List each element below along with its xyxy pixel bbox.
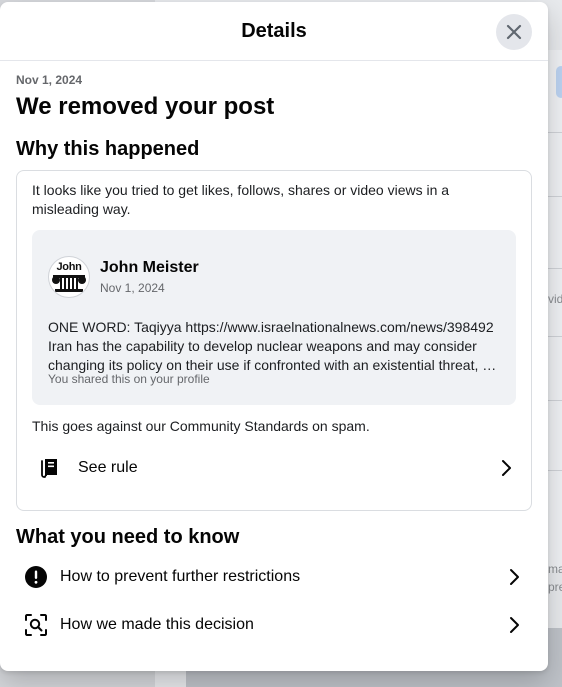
details-dialog: Details Nov 1, 2024 We removed your post…	[0, 2, 548, 671]
dialog-title: Details	[241, 19, 307, 42]
post-text: ONE WORD: Taqiyya https://www.israelnati…	[48, 318, 500, 375]
notice-headline: We removed your post	[16, 93, 275, 120]
post-date: Nov 1, 2024	[100, 281, 165, 295]
see-rule-button[interactable]: See rule	[32, 446, 516, 490]
post-text-line: Iran has the capability to develop nucle…	[48, 338, 477, 354]
chevron-right-icon	[510, 617, 519, 633]
know-list: How to prevent further restrictions How …	[16, 553, 532, 649]
see-rule-label: See rule	[78, 459, 138, 476]
avatar-text: John	[56, 260, 82, 273]
prevent-restrictions-label: How to prevent further restrictions	[60, 568, 301, 585]
background-text: ma	[548, 562, 562, 576]
reason-text: It looks like you tried to get likes, fo…	[32, 182, 450, 217]
chevron-right-icon	[502, 460, 511, 476]
post-header: John John Meister Nov 1, 2024	[48, 242, 500, 298]
decision-info-item[interactable]: How we made this decision	[16, 601, 532, 649]
close-button[interactable]	[496, 14, 532, 50]
know-section-title: What you need to know	[16, 526, 240, 548]
post-author: John Meister	[100, 259, 199, 276]
alert-icon	[25, 566, 47, 588]
dialog-header: Details	[0, 2, 548, 61]
background-button	[556, 66, 562, 98]
chevron-right-icon	[510, 569, 519, 585]
jeep-grille-icon	[52, 274, 86, 292]
dialog-body: Nov 1, 2024 We removed your post Why thi…	[0, 61, 548, 649]
close-icon	[506, 24, 522, 40]
reason-card: It looks like you tried to get likes, fo…	[16, 170, 532, 511]
community-standards-text: This goes against our Community Standard…	[32, 418, 370, 434]
avatar: John	[48, 256, 90, 298]
why-section-title: Why this happened	[16, 138, 200, 160]
post-meta: John Meister Nov 1, 2024	[100, 258, 199, 295]
magnify-scan-icon	[25, 614, 47, 636]
rulebook-icon	[41, 459, 57, 478]
removed-post-preview[interactable]: John John Meister Nov 1, 2024 ONE WORD: …	[32, 230, 516, 405]
post-text-line: ONE WORD: Taqiyya https://www.israelnati…	[48, 319, 494, 335]
prevent-restrictions-item[interactable]: How to prevent further restrictions	[16, 553, 532, 601]
background-text: vid	[548, 292, 562, 306]
decision-info-label: How we made this decision	[60, 616, 254, 633]
background-text: pre	[548, 580, 562, 594]
notice-date: Nov 1, 2024	[16, 73, 83, 87]
